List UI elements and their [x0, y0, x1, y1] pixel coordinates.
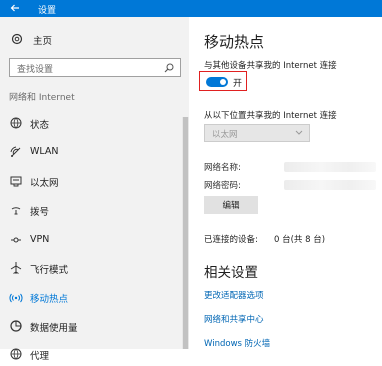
sidebar-item-vpn[interactable]: VPN	[0, 228, 182, 252]
sidebar-item-label: 状态	[30, 120, 50, 131]
hotspot-icon	[9, 293, 23, 303]
sidebar-item-hotspot[interactable]: 移动热点	[0, 285, 182, 309]
sidebar-item-ethernet[interactable]: 以太网	[0, 169, 182, 193]
link-adapter-options[interactable]: 更改适配器选项	[204, 289, 264, 301]
sidebar: 主页 查找设置 网络和 Internet 状态 WLAN 以太网 拨号 VPN …	[0, 17, 189, 362]
home-label: 主页	[33, 36, 53, 47]
toggle-state-label: 开	[233, 79, 243, 89]
title-bar: 设置	[0, 0, 382, 17]
share-from-label: 从以下位置共享我的 Internet 连接	[204, 111, 337, 121]
toggle-knob	[220, 79, 226, 85]
sidebar-item-dialup[interactable]: 拨号	[0, 198, 182, 222]
page-title: 移动热点	[204, 33, 265, 51]
sidebar-item-label: 代理	[30, 351, 50, 362]
sidebar-item-label: WLAN	[30, 146, 59, 157]
vpn-icon	[11, 237, 21, 243]
link-windows-firewall[interactable]: Windows 防火墙	[204, 337, 270, 349]
gear-icon	[11, 33, 23, 45]
connected-devices-value: 0 台(共 8 台)	[274, 235, 326, 245]
airplane-icon	[10, 262, 22, 274]
search-input[interactable]: 查找设置	[9, 58, 181, 77]
sidebar-item-airplane[interactable]: 飞行模式	[0, 256, 182, 280]
sidebar-item-data-usage[interactable]: 数据使用量	[0, 314, 182, 338]
wifi-icon	[10, 146, 21, 157]
data-usage-icon	[10, 320, 22, 332]
link-network-sharing-center[interactable]: 网络和共享中心	[204, 313, 264, 325]
sidebar-item-label: 数据使用量	[30, 323, 78, 334]
globe-icon	[10, 348, 22, 360]
network-name-value	[284, 162, 376, 172]
related-settings-title: 相关设置	[204, 265, 258, 281]
sidebar-item-label: 移动热点	[30, 294, 69, 305]
sidebar-item-wlan[interactable]: WLAN	[0, 140, 182, 164]
sidebar-item-label: 以太网	[30, 178, 59, 189]
chevron-down-icon	[295, 130, 303, 135]
main-content: 移动热点 与其他设备共享我的 Internet 连接 开 从以下位置共享我的 I…	[189, 17, 382, 349]
search-icon	[164, 63, 174, 73]
dial-up-icon	[11, 207, 21, 215]
toggle-highlight: 开	[199, 71, 247, 91]
hotspot-toggle[interactable]	[206, 77, 228, 87]
scrollbar-thumb[interactable]	[183, 117, 188, 349]
section-label: 网络和 Internet	[9, 93, 75, 103]
connected-devices-label: 已连接的设备:	[204, 235, 258, 245]
globe-icon	[10, 117, 22, 129]
share-from-select[interactable]: 以太网	[204, 124, 310, 142]
sidebar-item-label: VPN	[30, 234, 50, 245]
network-name-label: 网络名称:	[204, 163, 241, 173]
sidebar-scrollbar[interactable]	[182, 117, 189, 349]
search-placeholder: 查找设置	[17, 65, 54, 75]
edit-button[interactable]: 编辑	[204, 196, 258, 214]
sidebar-item-label: 拨号	[30, 207, 50, 218]
network-password-value	[284, 180, 376, 190]
back-button[interactable]	[0, 0, 28, 17]
share-from-value: 以太网	[212, 130, 238, 140]
sidebar-item-proxy[interactable]: 代理	[0, 342, 182, 366]
sidebar-item-label: 飞行模式	[30, 265, 69, 276]
window-title: 设置	[38, 6, 57, 16]
ethernet-icon	[10, 176, 22, 187]
share-label: 与其他设备共享我的 Internet 连接	[204, 61, 337, 71]
arrow-left-icon	[10, 4, 19, 12]
sidebar-item-status[interactable]: 状态	[0, 111, 182, 135]
network-password-label: 网络密码:	[204, 181, 241, 191]
